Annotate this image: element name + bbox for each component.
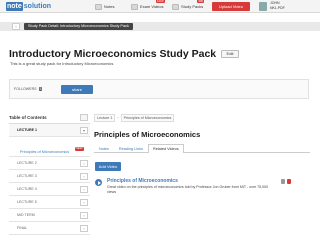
avatar[interactable] [259, 2, 267, 11]
table-of-contents: LECTURE 1 ▾ Principles of Microeconomics… [9, 123, 90, 235]
chevron-right-icon[interactable]: › [80, 199, 88, 206]
study-packs-icon [172, 3, 179, 10]
breadcrumb: ‹ Study Pack Detail: Introductory Microe… [0, 22, 320, 31]
add-video-button[interactable]: Add Video [95, 162, 121, 171]
nav-study-packs[interactable]: Study Packs 300 [172, 0, 205, 11]
toc-item-label: LECTURE 5 [17, 200, 37, 204]
toc-item-label: LECTURE 3 [17, 174, 37, 178]
user-menu[interactable]: JOHN NKL.PDF [270, 1, 285, 10]
top-bar: note solution Notes Exam Videos 1200 Stu… [0, 0, 320, 13]
lecture-breadcrumb: Lecture 1 › Principles of Microeconomics [94, 114, 175, 122]
back-icon[interactable]: ‹ [12, 23, 20, 30]
page-title: Introductory Microeconomics Study Pack [9, 48, 217, 60]
new-badge: NEW [74, 146, 84, 151]
toc-item-label: LECTURE 1 [17, 128, 37, 132]
logo[interactable]: note solution [6, 2, 51, 11]
toc-collapse-button[interactable] [80, 114, 88, 121]
edit-icon[interactable] [281, 179, 285, 184]
toc-item-label: LECTURE 2 [17, 161, 37, 165]
share-button[interactable]: share [61, 85, 93, 94]
followers-count: 6 [38, 87, 43, 91]
chevron-right-icon[interactable]: › [80, 173, 88, 180]
toc-item-lecture-2[interactable]: LECTURE 2 › [9, 157, 90, 170]
nav-exam-videos-label: Exam Videos [140, 4, 164, 9]
nav-exam-videos[interactable]: Exam Videos 1200 [131, 0, 165, 11]
toc-subitem-principles[interactable]: Principles of Microeconomics NEW [9, 137, 90, 157]
toc-heading: Table of Contents [9, 115, 47, 120]
toc-item-lecture-5[interactable]: LECTURE 5 › [9, 196, 90, 209]
upload-video-label: Upload Video [219, 4, 243, 9]
followers: FOLLOWERS 6 [14, 87, 43, 91]
video-actions [281, 179, 291, 184]
lecture-tabs: Notes Reading Links Related Videos [94, 144, 310, 153]
exam-videos-badge: 1200 [155, 0, 165, 3]
delete-icon[interactable] [287, 179, 291, 184]
chevron-down-icon[interactable]: ▾ [80, 127, 88, 134]
pack-description: This is a great study pack for Introduct… [10, 61, 114, 66]
lecture-title: Principles of Microeconomics [94, 130, 201, 139]
tab-notes[interactable]: Notes [94, 144, 114, 152]
toc-item-final[interactable]: FINAL › [9, 222, 90, 235]
video-title[interactable]: Principles of Microeconomics [107, 178, 178, 184]
tab-reading-links[interactable]: Reading Links [114, 144, 148, 152]
study-packs-badge: 300 [197, 0, 205, 3]
breadcrumb-separator: › [117, 116, 119, 120]
exam-videos-icon [131, 3, 138, 10]
toc-item-label: LECTURE 4 [17, 187, 37, 191]
video-description: Great video on the principles of microec… [107, 185, 269, 194]
toc-item-lecture-4[interactable]: LECTURE 4 › [9, 183, 90, 196]
nav-notes-label: Notes [104, 4, 115, 9]
lecture-crumb-1[interactable]: Lecture 1 [94, 114, 116, 122]
play-icon[interactable] [95, 179, 102, 186]
toc-item-lecture-3[interactable]: LECTURE 3 › [9, 170, 90, 183]
breadcrumb-label: Study Pack Detail: Introductory Microeco… [24, 23, 133, 30]
edit-button[interactable]: Edit [221, 50, 239, 58]
chevron-right-icon[interactable]: › [80, 160, 88, 167]
chevron-right-icon[interactable]: › [80, 225, 88, 232]
followers-label: FOLLOWERS [14, 87, 37, 91]
toc-subitem-label: Principles of Microeconomics [20, 150, 70, 154]
list-item: Principles of Microeconomics Great video… [95, 178, 300, 198]
upload-video-button[interactable]: Upload Video [212, 2, 250, 11]
nav-notes[interactable]: Notes [95, 2, 114, 11]
tab-related-videos[interactable]: Related Videos [147, 144, 184, 153]
lecture-crumb-2[interactable]: Principles of Microeconomics [120, 114, 175, 122]
chevron-right-icon[interactable]: › [80, 212, 88, 219]
logo-note: note [6, 2, 23, 11]
logo-solution: solution [23, 3, 51, 10]
follow-panel: FOLLOWERS 6 share [9, 79, 309, 99]
user-sub: NKL.PDF [270, 5, 285, 10]
notes-icon [95, 3, 102, 10]
toc-item-label: MID TERM [17, 213, 35, 217]
nav-study-packs-label: Study Packs [181, 4, 204, 9]
toc-item-mid-term[interactable]: MID TERM › [9, 209, 90, 222]
toc-item-label: FINAL [17, 226, 28, 230]
chevron-right-icon[interactable]: › [80, 186, 88, 193]
toc-item-lecture-1[interactable]: LECTURE 1 ▾ [9, 124, 90, 137]
